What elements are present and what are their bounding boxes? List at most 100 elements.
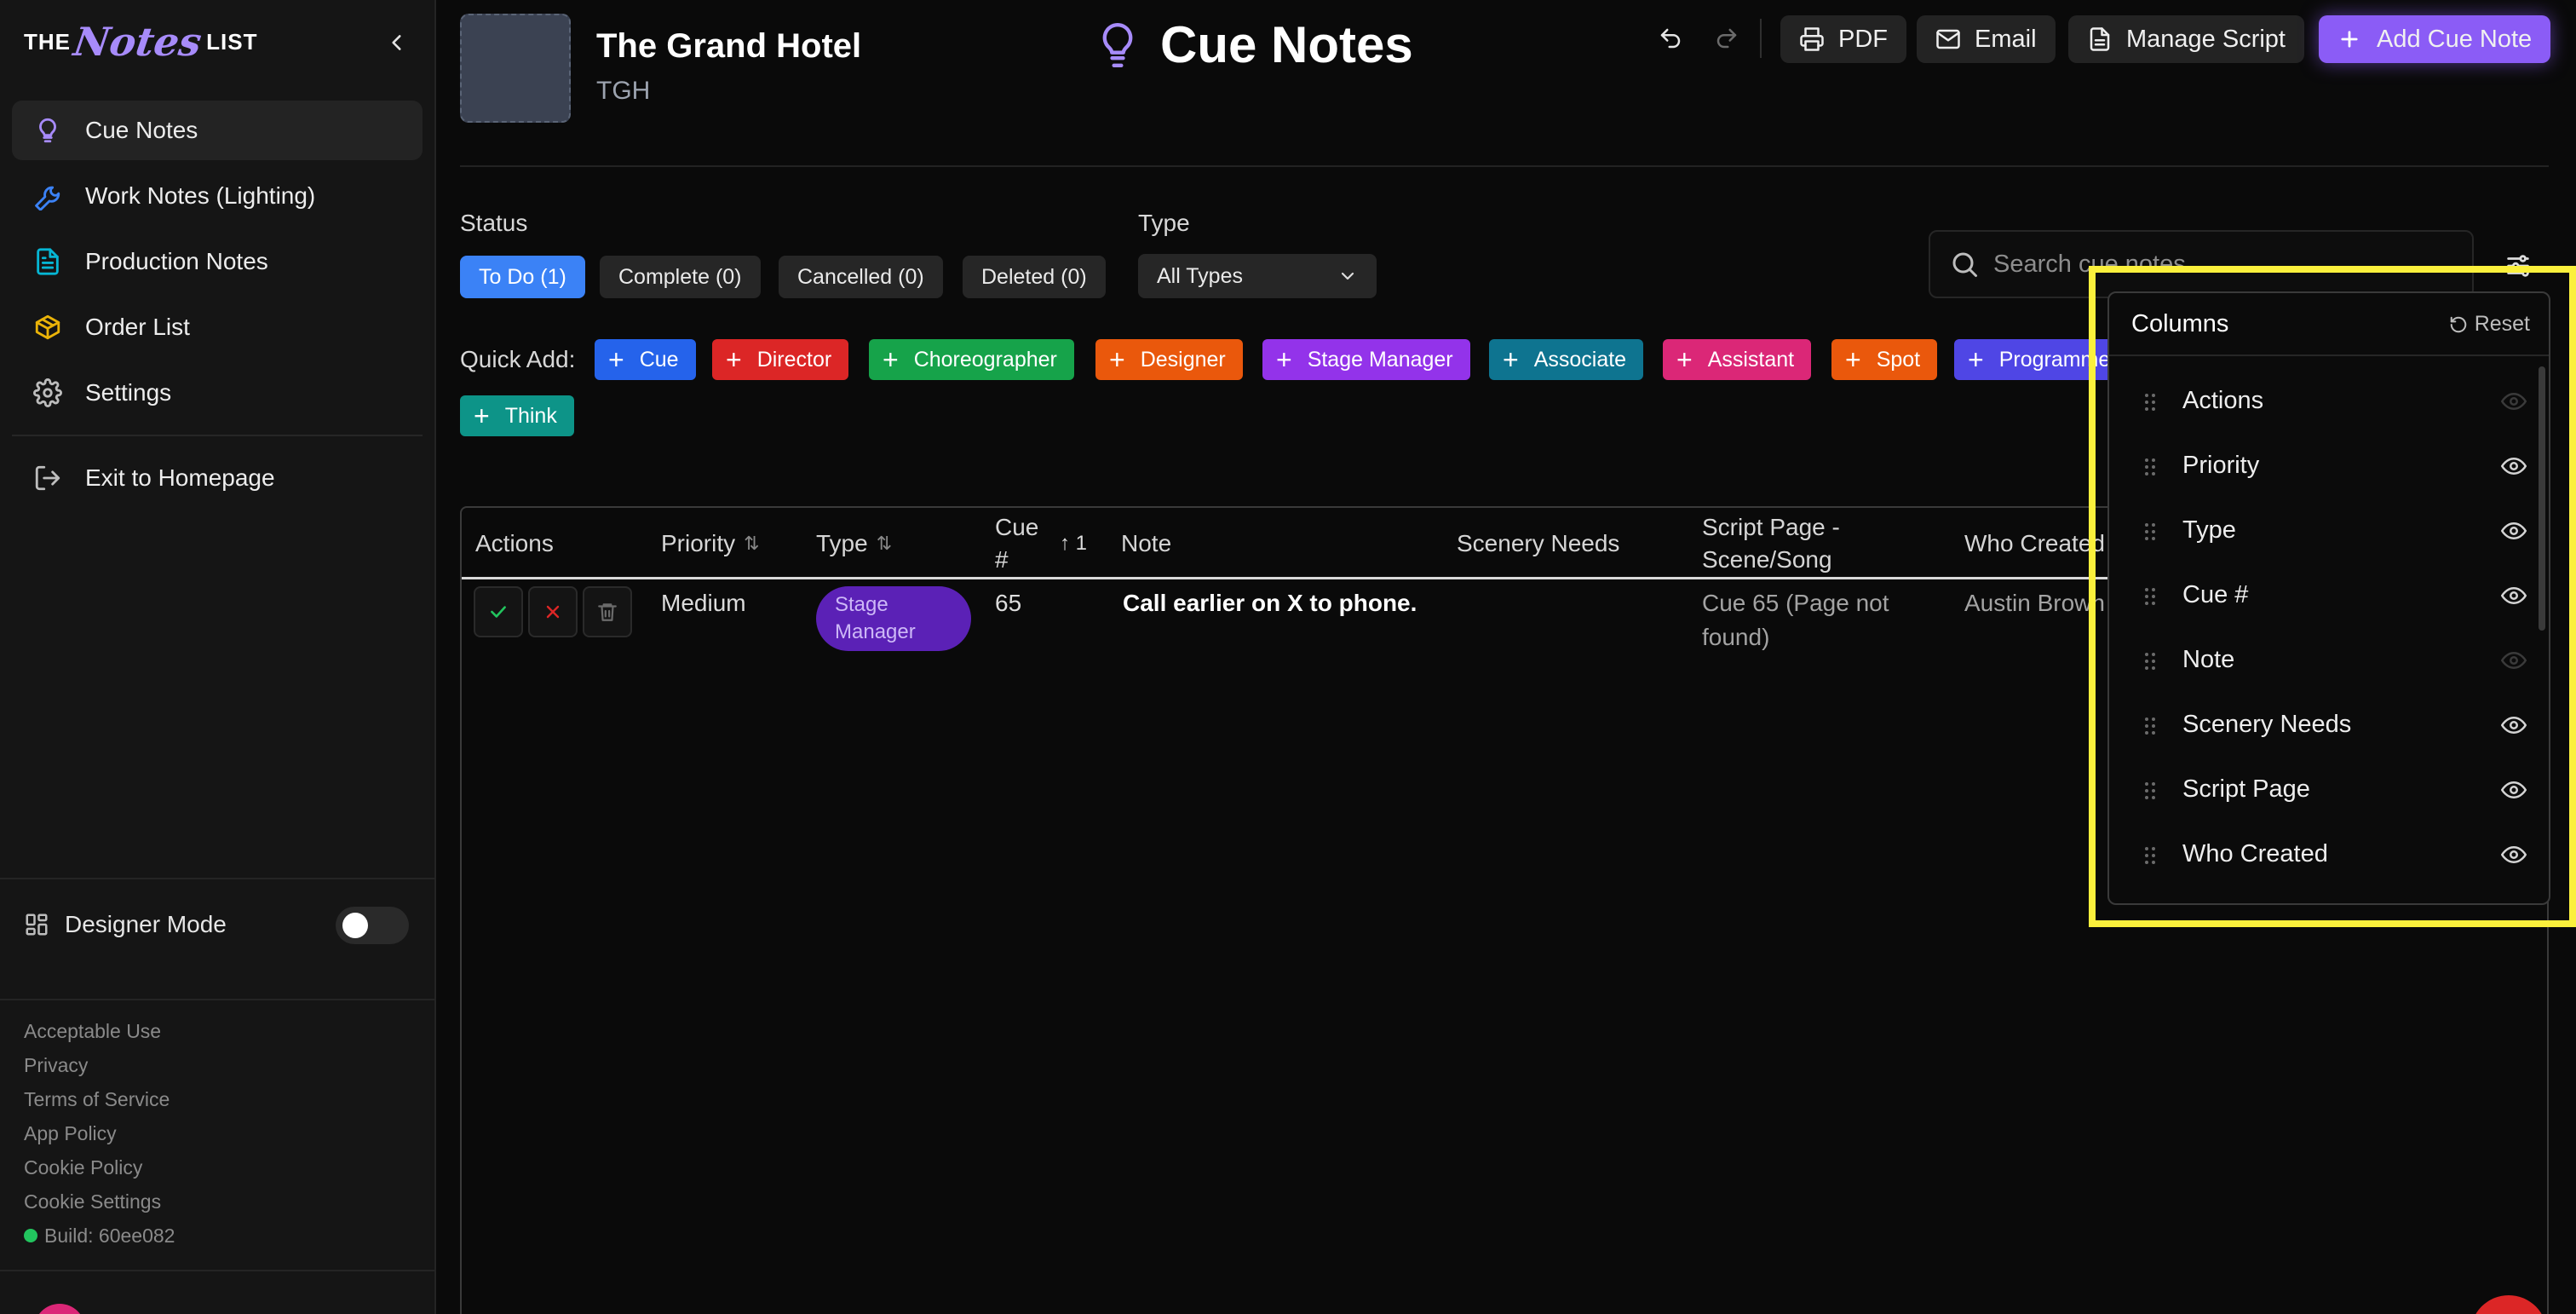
status-chip-todo[interactable]: To Do (1) bbox=[460, 256, 585, 298]
sidebar-item-settings[interactable]: Settings bbox=[12, 363, 423, 423]
drag-handle-icon[interactable] bbox=[2143, 457, 2157, 477]
script-page-cell: Cue 65 (Page not found) bbox=[1702, 586, 1889, 654]
sidebar-item-label: Cue Notes bbox=[85, 117, 198, 143]
mail-icon bbox=[1935, 26, 1963, 53]
quick-add-assistant[interactable]: + Assistant bbox=[1663, 339, 1812, 380]
column-option-note[interactable]: Note bbox=[2109, 629, 2527, 694]
quick-add-cue[interactable]: + Cue bbox=[595, 339, 696, 380]
sidebar-nav: Cue Notes Work Notes (Lighting) Producti… bbox=[12, 101, 423, 514]
footer-link-cookie-settings[interactable]: Cookie Settings bbox=[24, 1184, 175, 1219]
sort-icon: ⇅ bbox=[876, 533, 893, 554]
designer-mode-toggle[interactable] bbox=[336, 907, 409, 944]
column-header-priority[interactable]: Priority ⇅ bbox=[661, 508, 760, 579]
check-icon bbox=[491, 606, 506, 618]
column-option-scenery-needs[interactable]: Scenery Needs bbox=[2109, 694, 2527, 758]
app-logo[interactable]: THE Notes LIST bbox=[24, 12, 257, 72]
drag-handle-icon[interactable] bbox=[2143, 522, 2157, 542]
drag-handle-icon[interactable] bbox=[2143, 651, 2157, 671]
footer-link-cookie-policy[interactable]: Cookie Policy bbox=[24, 1150, 175, 1184]
printer-icon bbox=[1799, 26, 1826, 53]
column-header-who-created[interactable]: Who Created bbox=[1964, 508, 2105, 579]
exit-to-homepage-link[interactable]: Exit to Homepage bbox=[12, 448, 423, 508]
redo-button[interactable] bbox=[1705, 17, 1748, 60]
add-cue-note-button[interactable]: Add Cue Note bbox=[2319, 15, 2551, 63]
type-badge: Stage Manager bbox=[816, 586, 971, 651]
manage-script-button[interactable]: Manage Script bbox=[2068, 15, 2304, 63]
drag-handle-icon[interactable] bbox=[2143, 392, 2157, 412]
eye-icon[interactable] bbox=[2501, 518, 2527, 544]
footer-link-app-policy[interactable]: App Policy bbox=[24, 1116, 175, 1150]
sidebar-divider bbox=[0, 1270, 436, 1271]
columns-panel-scrollbar[interactable] bbox=[2539, 366, 2545, 631]
drag-handle-icon[interactable] bbox=[2143, 716, 2157, 736]
eye-icon[interactable] bbox=[2501, 712, 2527, 738]
footer-link-privacy[interactable]: Privacy bbox=[24, 1048, 175, 1082]
cancel-button[interactable] bbox=[528, 586, 578, 637]
wrench-icon bbox=[32, 181, 63, 211]
column-option-cue-number[interactable]: Cue # bbox=[2109, 564, 2527, 629]
eye-icon-hidden[interactable] bbox=[2501, 389, 2527, 414]
quick-add-choreographer[interactable]: + Choreographer bbox=[869, 339, 1074, 380]
quick-add-designer[interactable]: + Designer bbox=[1095, 339, 1243, 380]
email-button[interactable]: Email bbox=[1917, 15, 2056, 63]
type-filter-value: All Types bbox=[1157, 263, 1243, 288]
script-page-line: found) bbox=[1702, 624, 1770, 650]
sidebar-item-cue-notes[interactable]: Cue Notes bbox=[12, 101, 423, 160]
quick-add-director[interactable]: + Director bbox=[712, 339, 849, 380]
plus-icon: + bbox=[1276, 344, 1292, 375]
collapse-sidebar-button[interactable] bbox=[378, 24, 416, 61]
chevron-down-icon bbox=[1337, 266, 1358, 286]
avatar[interactable] bbox=[34, 1304, 85, 1314]
type-filter-select[interactable]: All Types bbox=[1138, 254, 1377, 298]
quick-add-stage-manager[interactable]: + Stage Manager bbox=[1262, 339, 1470, 380]
drag-handle-icon[interactable] bbox=[2143, 781, 2157, 801]
search-input[interactable] bbox=[1993, 250, 2470, 279]
complete-button[interactable] bbox=[474, 586, 523, 637]
column-option-priority[interactable]: Priority bbox=[2109, 435, 2527, 499]
sliders-icon bbox=[2507, 255, 2529, 277]
production-thumbnail[interactable] bbox=[460, 14, 571, 123]
sidebar-item-production-notes[interactable]: Production Notes bbox=[12, 232, 423, 291]
reset-columns-button[interactable]: Reset bbox=[2449, 312, 2530, 337]
type-badge-line: Manager bbox=[835, 620, 916, 643]
column-header-label: Priority bbox=[661, 530, 736, 556]
footer-link-terms[interactable]: Terms of Service bbox=[24, 1082, 175, 1116]
status-chip-cancelled[interactable]: Cancelled (0) bbox=[779, 256, 943, 298]
sort-icon: ⇅ bbox=[744, 533, 760, 554]
arrow-up-icon: ↑ bbox=[1060, 532, 1070, 555]
column-header-cue[interactable]: Cue # bbox=[995, 508, 1038, 579]
pdf-button[interactable]: PDF bbox=[1780, 15, 1906, 63]
column-option-script-page[interactable]: Script Page bbox=[2109, 758, 2527, 823]
column-header-script-page[interactable]: Script Page - Scene/Song bbox=[1702, 508, 1840, 579]
column-header-type[interactable]: Type ⇅ bbox=[816, 508, 892, 579]
nav-divider bbox=[12, 435, 423, 436]
columns-panel-header: Columns Reset bbox=[2109, 293, 2549, 356]
quick-add-spot[interactable]: + Spot bbox=[1831, 339, 1938, 380]
eye-icon[interactable] bbox=[2501, 777, 2527, 803]
eye-icon[interactable] bbox=[2501, 583, 2527, 608]
eye-icon[interactable] bbox=[2501, 453, 2527, 479]
column-option-type[interactable]: Type bbox=[2109, 499, 2527, 564]
eye-icon[interactable] bbox=[2501, 842, 2527, 867]
column-header-scenery[interactable]: Scenery Needs bbox=[1457, 508, 1619, 579]
delete-button[interactable] bbox=[583, 586, 632, 637]
page-title: Cue Notes bbox=[1160, 16, 1413, 73]
quick-add-think[interactable]: + Think bbox=[460, 395, 574, 436]
sidebar-item-order-list[interactable]: Order List bbox=[12, 297, 423, 357]
undo-button[interactable] bbox=[1649, 17, 1692, 60]
sidebar-item-work-notes[interactable]: Work Notes (Lighting) bbox=[12, 166, 423, 226]
footer-link-acceptable-use[interactable]: Acceptable Use bbox=[24, 1014, 175, 1048]
status-chip-complete[interactable]: Complete (0) bbox=[600, 256, 761, 298]
status-chip-deleted[interactable]: Deleted (0) bbox=[963, 256, 1106, 298]
document-icon bbox=[2087, 26, 2114, 53]
eye-icon-hidden[interactable] bbox=[2501, 648, 2527, 673]
layout-grid-icon bbox=[26, 913, 48, 936]
column-option-who-created[interactable]: Who Created bbox=[2109, 823, 2527, 888]
drag-handle-icon[interactable] bbox=[2143, 845, 2157, 866]
quick-add-associate[interactable]: + Associate bbox=[1489, 339, 1644, 380]
column-option-actions[interactable]: Actions bbox=[2109, 370, 2527, 435]
columns-settings-button[interactable] bbox=[2499, 247, 2537, 285]
drag-handle-icon[interactable] bbox=[2143, 586, 2157, 607]
chevron-left-icon bbox=[392, 35, 401, 50]
column-header-note[interactable]: Note bbox=[1121, 508, 1171, 579]
